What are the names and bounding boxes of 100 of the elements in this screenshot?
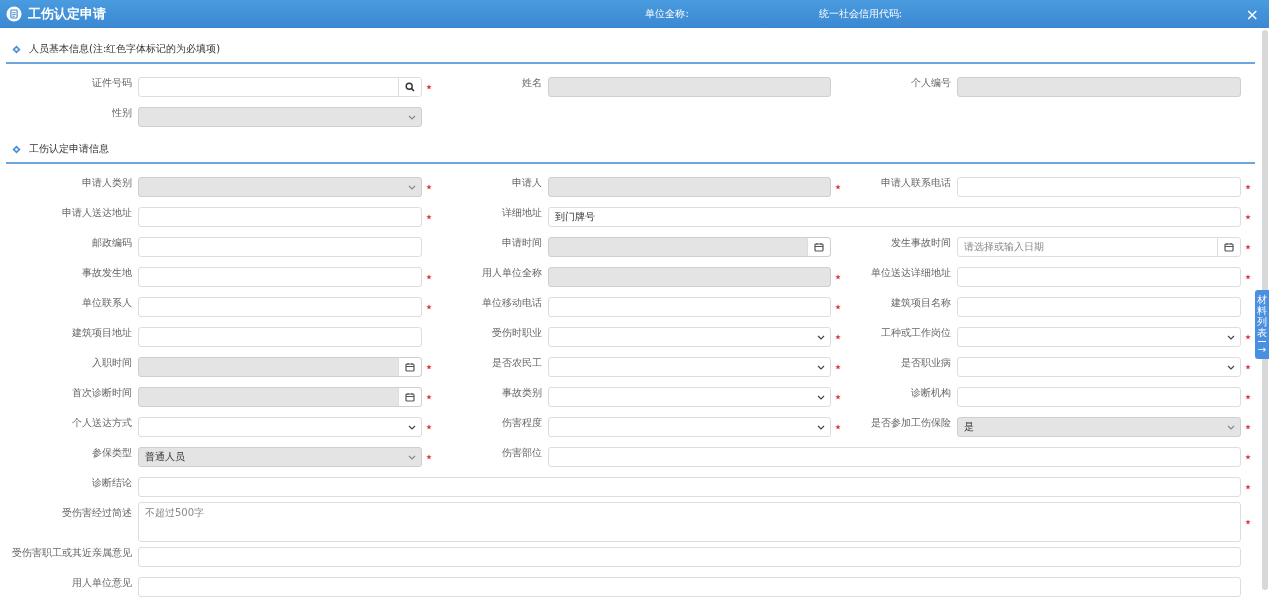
required-icon [425, 184, 432, 190]
search-field[interactable] [138, 77, 422, 97]
input-field[interactable] [138, 267, 422, 287]
field-value: 到门牌号 [553, 210, 595, 224]
field-label: 事故发生地 [81, 266, 133, 280]
required-icon [1245, 214, 1251, 220]
input-field[interactable] [138, 297, 422, 317]
close-button[interactable]: × [1241, 4, 1263, 24]
placeholder-text: 请选择或输入日期 [963, 240, 1045, 254]
field-label: 伤害部位 [500, 446, 543, 460]
required-icon [425, 84, 432, 90]
field-value: 普通人员 [144, 450, 185, 464]
calendar-button[interactable] [1217, 238, 1240, 256]
input-field[interactable] [138, 207, 422, 227]
field-label: 申请人 [510, 176, 543, 190]
required-icon [1245, 184, 1251, 190]
field-label: 发生事故时间 [890, 236, 953, 250]
required-icon [1245, 519, 1251, 525]
chevron-down-icon [407, 184, 416, 190]
field-label: 申请人类别 [81, 176, 133, 190]
field-label: 受伤害经过简述 [61, 506, 133, 520]
required-icon [1245, 274, 1251, 280]
chevron-down-icon [817, 394, 826, 400]
chevron-down-icon [407, 454, 416, 460]
input-field[interactable] [547, 297, 832, 317]
input-field[interactable] [547, 447, 1241, 467]
required-icon [1245, 364, 1251, 370]
document-icon [6, 6, 22, 22]
field-label: 是否职业病 [900, 356, 953, 370]
chevron-down-icon [1227, 334, 1235, 340]
text-area[interactable]: 不超过500字 [138, 502, 1241, 542]
calendar-icon [1224, 242, 1234, 252]
diamond-icon [12, 144, 21, 154]
input-field[interactable] [957, 177, 1241, 197]
select-field[interactable] [957, 357, 1241, 377]
required-icon [1245, 484, 1251, 490]
input-field[interactable]: 到门牌号 [547, 207, 1241, 227]
field-label: 用人单位全称 [480, 266, 543, 280]
header-label: 统一社会信用代码: [818, 7, 903, 21]
required-icon [425, 454, 432, 460]
select-field[interactable] [547, 387, 832, 407]
field-label: 姓名 [520, 76, 543, 90]
field-label: 用人单位意见 [71, 576, 133, 590]
field-label: 建筑项目地址 [71, 326, 133, 340]
input-field[interactable] [957, 267, 1241, 287]
input-field[interactable] [138, 327, 422, 347]
calendar-icon [404, 392, 415, 402]
field-label: 申请人联系电话 [880, 176, 953, 190]
field-label: 事故类别 [500, 386, 543, 400]
chevron-down-icon [407, 424, 416, 430]
section-title: 工伤认定申请信息 [29, 142, 109, 156]
side-tab[interactable]: 材料列表 → [1255, 290, 1269, 359]
required-icon [425, 304, 432, 310]
placeholder-text: 不超过500字 [144, 506, 205, 520]
chevron-down-icon [817, 334, 826, 340]
required-icon [1245, 244, 1251, 250]
field-label: 工种或工作岗位 [880, 326, 953, 340]
chevron-down-icon [1227, 424, 1235, 430]
required-icon [425, 274, 432, 280]
input-field[interactable] [138, 477, 1241, 497]
required-icon [425, 364, 432, 370]
select-field[interactable] [547, 327, 832, 347]
select-field[interactable] [138, 417, 422, 437]
required-icon [835, 184, 842, 190]
required-icon [835, 334, 842, 340]
field-label: 入职时间 [91, 356, 133, 370]
required-icon [835, 274, 842, 280]
input-field[interactable] [957, 297, 1241, 317]
required-icon [1245, 454, 1251, 460]
calendar-icon [404, 362, 415, 372]
field-label: 申请人送达地址 [61, 206, 133, 220]
chevron-down-icon [817, 364, 826, 370]
required-icon [1245, 334, 1251, 340]
required-icon [835, 304, 842, 310]
field-value: 是 [963, 420, 975, 434]
input-field[interactable] [138, 547, 1241, 567]
field-label: 参保类型 [91, 446, 133, 460]
field-label: 申请时间 [500, 236, 543, 250]
field-label: 邮政编码 [91, 236, 133, 250]
select-field[interactable] [547, 357, 832, 377]
diamond-icon [12, 44, 21, 54]
input-field[interactable] [138, 577, 1241, 597]
chevron-down-icon [817, 424, 826, 430]
field-label: 伤害程度 [500, 416, 543, 430]
field-label: 诊断机构 [910, 386, 953, 400]
chevron-down-icon [407, 114, 416, 120]
search-button[interactable] [397, 78, 421, 96]
select-field[interactable] [547, 417, 832, 437]
field-label: 诊断结论 [91, 476, 133, 490]
required-icon [835, 394, 842, 400]
field-label: 首次诊断时间 [71, 386, 133, 400]
input-field[interactable] [957, 387, 1241, 407]
chevron-down-icon [1227, 364, 1235, 370]
input-field[interactable] [138, 237, 422, 257]
select-field[interactable] [957, 327, 1241, 347]
required-icon [835, 424, 842, 430]
window-title: 工伤认定申请 [28, 5, 106, 23]
field-label: 是否参加工伤保险 [870, 416, 953, 430]
header-label: 单位全称: [645, 7, 689, 21]
date-field[interactable]: 请选择或输入日期 [957, 237, 1241, 257]
